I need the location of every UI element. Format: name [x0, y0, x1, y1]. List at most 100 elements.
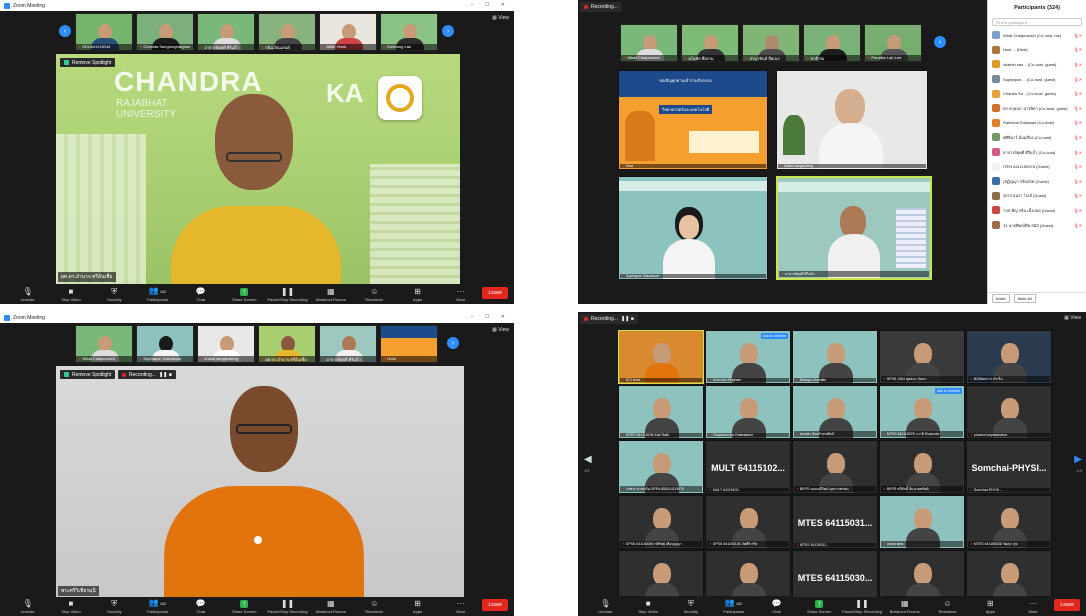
participant-row[interactable]: Host ... (Host) 🎙✕	[988, 43, 1086, 58]
thumbnail-tile[interactable]: ✕อโนทัย พึ่งยาม	[681, 24, 739, 62]
participant-row[interactable]: chainin san... (Co-host, guest) 🎙✕	[988, 57, 1086, 72]
participant-row[interactable]: 31 นายพิษณ์ทิพ สมัส (Guest) 🎙✕	[988, 218, 1086, 233]
gallery-video-tile[interactable]: ✕ ชนกพร จันทร์ ทรงศิลป์	[792, 385, 878, 439]
apps-button[interactable]: ⊞ Apps	[969, 597, 1012, 615]
gallery-video-tile[interactable]: ✕ จนพล พุทธ	[879, 495, 965, 549]
next-page-arrow-icon[interactable]: ›	[442, 25, 454, 37]
chat-button[interactable]: 💬 Chat	[179, 597, 222, 615]
breakout-rooms-button[interactable]: ▦ Breakout Rooms	[309, 285, 352, 303]
thumbnail-tile[interactable]: ✕ชาติ ชม	[803, 24, 861, 62]
thumbnail-tile[interactable]: ✕ผศ.ดร.อำนาจ ศรีอ้นเชื่อ	[258, 325, 316, 363]
recording-indicator[interactable]: Recording...	[580, 2, 622, 12]
prev-page-arrow-icon[interactable]: ◀	[584, 454, 592, 465]
participant-row[interactable]: Suphapon ... (Co-host, guest) 🎙✕	[988, 72, 1086, 87]
security-button[interactable]: ⛨ Security	[670, 597, 713, 615]
view-button[interactable]: ▦ View	[1064, 315, 1081, 321]
recording-button[interactable]: ❚❚ Pause/Stop Recording	[266, 597, 309, 615]
window-controls[interactable]: – ☐ ✕	[471, 2, 510, 8]
thumbnail-tile[interactable]: ✕chalot sangtsuteng	[197, 325, 255, 363]
security-button[interactable]: ⛨ Security	[93, 285, 136, 303]
participant-search-input[interactable]: Find a participant	[992, 18, 1082, 26]
thumbnail-tile[interactable]: ✕EDU641115044	[75, 13, 133, 51]
unmute-button[interactable]: 🎙 Unmute	[584, 597, 627, 615]
share-screen-button[interactable]: ↑ Share Screen	[223, 285, 266, 303]
gallery-video-tile[interactable]: MULT 64115102... ✕ MULT 64115102...	[705, 440, 791, 494]
thumbnail-tile[interactable]: ✕ปวนาชันห์ สีดเนร	[742, 24, 800, 62]
more-button[interactable]: ··· More	[439, 597, 482, 615]
thumbnail-tile[interactable]: ✕อาจารย์ยุพดี ศิริแก้ว	[197, 13, 255, 51]
recording-indicator[interactable]: Recording... ❚❚ ■	[118, 370, 176, 379]
gallery-video-tile[interactable]: ✕ SPSS 641150126 ภัคศิริ กริส	[705, 495, 791, 549]
video-tile-host[interactable]: ขอเชิญทุกท่านเข้าร่วมกิจกรรม วิทยาศาสตร์…	[618, 70, 768, 170]
recording-indicator[interactable]: Recording... ❚❚ ■	[580, 314, 638, 324]
next-page-arrow-icon[interactable]: ›	[447, 337, 459, 349]
gallery-video-tile[interactable]: ✕ MTES 641150028 วัฒนา สุจ	[966, 495, 1052, 549]
thumbnail-tile[interactable]: ✕กนิน อินแลนด์	[258, 13, 316, 51]
apps-button[interactable]: ⊞ Apps	[396, 285, 439, 303]
gallery-video-tile[interactable]: ✕ phacha kaiyasanahor	[966, 385, 1052, 439]
view-button[interactable]: ▦ View	[492, 327, 509, 333]
gallery-video-tile[interactable]: ✕ SPSS 1304 ยุทธนา จันดา	[879, 330, 965, 384]
share-screen-button[interactable]: ↑ Share Screen	[223, 597, 266, 615]
view-button[interactable]: ▦ View	[492, 15, 509, 21]
thumbnail-tile[interactable]: ✕Chanida Sangtongrangsar	[136, 13, 194, 51]
thumbnail-tile[interactable]: ✕Affair Hunk	[319, 13, 377, 51]
participants-button[interactable]: 👥182 Participants	[136, 285, 179, 303]
participant-row[interactable]: Chanita Sa... (Co-host, guest) 🎙✕	[988, 86, 1086, 101]
recording-button[interactable]: ❚❚ Pause/Stop Recording	[841, 597, 884, 615]
more-button[interactable]: ··· More	[1012, 597, 1055, 615]
invite-button[interactable]: Invite	[992, 294, 1010, 303]
gallery-video-tile[interactable]: ✕ Baliaya Utumalin	[792, 330, 878, 384]
gallery-video-tile[interactable]: MTES 64115030...✕ MTES 64115030...	[792, 550, 878, 604]
participant-row[interactable]: (ปฏิญญา กริษม์รท (Guest) 🎙✕	[988, 174, 1086, 189]
gallery-video-tile[interactable]: ✕ Somchai Singham Ask to Unmute	[705, 330, 791, 384]
ask-to-unmute-button[interactable]: Ask to Unmute	[935, 388, 962, 394]
gallery-video-tile[interactable]: ✕ วรชาง นาชมริม-SPPA 650014115070	[618, 440, 704, 494]
chat-button[interactable]: 💬 Chat	[179, 285, 222, 303]
share-screen-button[interactable]: ↑ Share Screen	[798, 597, 841, 615]
participant-row[interactable]: อาจารย์ยุพดี ศิริแก้ว (Co-host) 🎙✕	[988, 145, 1086, 160]
reactions-button[interactable]: ☺ Reactions	[353, 597, 396, 615]
leave-button[interactable]: Leave	[1054, 599, 1081, 611]
participant-row[interactable]: ดร.กฤษณา ปารษิดา (Co-host, guest) 🎙✕	[988, 101, 1086, 116]
more-button[interactable]: ··· More	[439, 285, 482, 303]
thumbnail-tile[interactable]: ✕Suphapon Sakulworn	[136, 325, 194, 363]
gallery-video-tile[interactable]: ✕ T323 นิฐุลษ์ สิงหนาร	[618, 550, 704, 604]
security-button[interactable]: ⛨ Security	[93, 597, 136, 615]
gallery-video-tile[interactable]: ✕ Thuwanondar Ratanakum	[705, 385, 791, 439]
apps-button[interactable]: ⊞ Apps	[396, 597, 439, 615]
ask-to-unmute-button[interactable]: Ask to Unmute	[761, 333, 788, 339]
remove-spotlight-button[interactable]: Remove Spotlight	[60, 58, 116, 67]
leave-button[interactable]: Leave	[482, 287, 509, 299]
gallery-video-tile[interactable]: ✕ MTES 641115036 Kiat Rath	[618, 385, 704, 439]
thumbnail-tile[interactable]: ✕อาจารย์ยุพดี ศิริแก้ว	[319, 325, 377, 363]
stop-video-button[interactable]: ■ Stop Video	[49, 597, 92, 615]
reactions-button[interactable]: ☺ Reactions	[353, 285, 396, 303]
next-page-arrow-icon[interactable]: ›	[934, 36, 946, 48]
remove-spotlight-button[interactable]: Remove Spotlight	[60, 370, 116, 379]
prev-page-arrow-icon[interactable]: ‹	[59, 25, 71, 37]
gallery-video-tile[interactable]: ✕ SCI Host	[618, 330, 704, 384]
next-page-arrow-icon[interactable]: ▶	[1074, 454, 1082, 465]
gallery-video-tile[interactable]: ✕ B208ผลการ สำเริ่ม	[966, 330, 1052, 384]
video-tile-yupadee-active-speaker[interactable]: ✕ อาจารย์ยุพดี ศิริแก้ว	[776, 176, 932, 280]
thumbnail-tile[interactable]: ✕Parattiw Lab Lee	[864, 24, 922, 62]
gallery-video-tile[interactable]: ✕ BKPS ทวีศักดิ์ อ้นนายทรัพย์	[879, 440, 965, 494]
gallery-video-tile[interactable]: ✕ MTES 641150038 วิทยะ โพธิศ	[705, 550, 791, 604]
participant-row[interactable]: Ratchida Sukswan (Co-host) 🎙✕	[988, 116, 1086, 131]
stop-video-button[interactable]: ■ Stop Video	[627, 597, 670, 615]
thumbnail-tile[interactable]: ✕Host	[380, 325, 438, 363]
window-controls[interactable]: – ☐ ✕	[471, 314, 510, 320]
stop-video-button[interactable]: ■ Stop Video	[49, 285, 92, 303]
chat-button[interactable]: 💬 Chat	[755, 597, 798, 615]
participant-row[interactable]: ITEN 641115097A (Guest) 🎙✕	[988, 159, 1086, 174]
breakout-rooms-button[interactable]: ▦ Breakout Rooms	[309, 597, 352, 615]
reactions-button[interactable]: ☺ Reactions	[926, 597, 969, 615]
leave-button[interactable]: Leave	[482, 599, 509, 611]
participants-button[interactable]: 👥182 Participants	[136, 597, 179, 615]
video-tile-chalot[interactable]: ✕ chalot sangtsuteng	[776, 70, 928, 170]
gallery-video-tile[interactable]: ✕ MTES 641115075 กวานิ Euanrota Ask to Un…	[879, 385, 965, 439]
unmute-button[interactable]: 🎙 Unmute	[6, 597, 49, 615]
gallery-video-tile[interactable]: MTES 64115031... ✕ MTES 64115031...	[792, 495, 878, 549]
thumbnail-tile[interactable]: ✕Wirat Chatprowich	[620, 24, 678, 62]
